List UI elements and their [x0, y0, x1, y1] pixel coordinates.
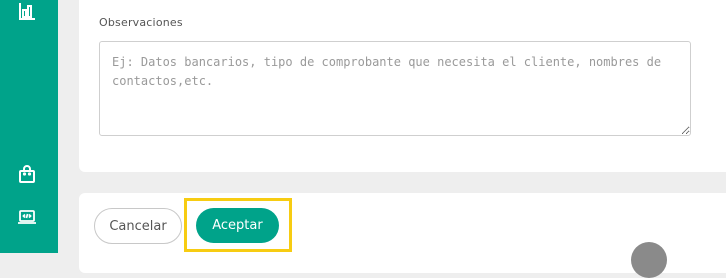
observations-textarea[interactable] — [99, 41, 691, 136]
help-chat-bubble[interactable] — [631, 242, 667, 278]
cancel-button[interactable]: Cancelar — [94, 208, 182, 244]
sidebar — [0, 0, 58, 253]
observations-label: Observaciones — [99, 16, 183, 29]
shopping-bag-icon[interactable] — [16, 163, 38, 185]
accept-button[interactable]: Aceptar — [196, 208, 279, 243]
bar-chart-icon[interactable] — [16, 0, 38, 22]
laptop-code-icon[interactable] — [16, 206, 38, 228]
